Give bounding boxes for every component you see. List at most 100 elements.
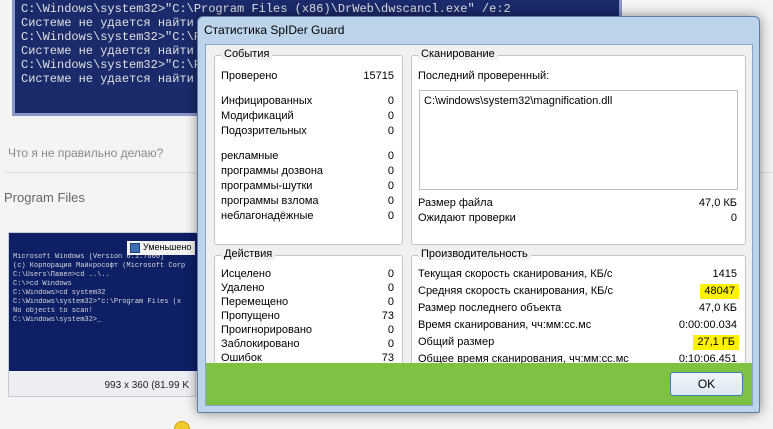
actions-row: Исцелено 0 [220, 267, 397, 282]
row-value: 0 [387, 195, 394, 207]
events-group-title: События [221, 48, 273, 60]
scanning-group: Сканирование Последний проверенный: C:\w… [411, 48, 746, 245]
thumbnail-line: C:\Windows\system32>"c:\Program Files (x [13, 298, 182, 306]
row-value: 0 [387, 125, 394, 137]
row-label: программы дозвона [221, 165, 324, 177]
thumbnail-caption: 993 x 360 (81.99 K [104, 380, 189, 391]
actions-row: Перемещено 0 [220, 295, 397, 310]
performance-row: Средняя скорость сканирования, КБ/с 4804… [417, 284, 740, 299]
row-value: 0 [387, 210, 394, 222]
statistics-window: Статистика SpIDer Guard События Проверен… [197, 16, 760, 413]
performance-row: Общий размер 27,1 ГБ [417, 335, 740, 350]
performance-list: Текущая скорость сканирования, КБ/с 1415… [417, 265, 740, 365]
thumbnail-line: C:\Users\Павел>cd ..\.. [13, 271, 110, 279]
performance-row: Текущая скорость сканирования, КБ/с 1415 [417, 267, 740, 282]
row-value: 47,0 КБ [698, 197, 737, 209]
row-label: Ожидают проверки [418, 212, 516, 224]
thumbnail-header: Уменьшено [127, 241, 196, 255]
events-row: программы-шутки 0 [220, 179, 397, 194]
scanning-group-title: Сканирование [418, 48, 498, 60]
window-client: События Проверено 15715 Инфицированных 0… [205, 44, 753, 406]
actions-row: Заблокировано 0 [220, 337, 397, 352]
row-label: Средняя скорость сканирования, КБ/с [418, 285, 613, 297]
row-label: Проверено [221, 70, 278, 82]
events-row: неблагонадёжные 0 [220, 209, 397, 224]
actions-row: Удалено 0 [220, 281, 397, 296]
row-value: 0 [387, 282, 394, 294]
performance-row: Время сканирования, чч:мм:сс.мс 0:00:00.… [417, 318, 740, 333]
row-value: 0 [387, 338, 394, 350]
actions-group: Действия Исцелено 0 Удалено 0 Перемещено… [214, 248, 403, 365]
row-label: Проигнорировано [221, 324, 313, 336]
row-value: 0 [387, 296, 394, 308]
events-row: рекламные 0 [220, 149, 397, 164]
console-line: C:\Windows\system32>"C:\Program Files (x… [21, 2, 511, 16]
row-label: Размер последнего объекта [418, 302, 562, 314]
row-label: Исцелено [221, 268, 272, 280]
row-value: 0 [387, 110, 394, 122]
row-label: Пропущено [221, 310, 280, 322]
scanning-content: Последний проверенный: C:\windows\system… [417, 65, 740, 239]
file-size-row: Размер файла 47,0 КБ [417, 196, 740, 211]
thumbnail-header-text: Уменьшено [143, 242, 192, 252]
row-label: программы взлома [221, 195, 319, 207]
actions-group-title: Действия [221, 248, 276, 260]
dialog-footer: OK [206, 363, 752, 405]
events-list: Проверено 15715 Инфицированных 0 Модифик… [220, 65, 397, 239]
row-label: Подозрительных [221, 125, 307, 137]
thumbnail-line: (c) Корпорация Майкрософт (Microsoft Cor… [13, 262, 186, 270]
resize-icon [130, 243, 140, 253]
row-label: Размер файла [418, 197, 493, 209]
row-value: 0 [387, 150, 394, 162]
events-row: программы дозвона 0 [220, 164, 397, 179]
last-checked-file: C:\windows\system32\magnification.dll [424, 95, 613, 107]
events-row: Подозрительных 0 [220, 124, 397, 139]
smiley-icon [174, 421, 190, 429]
actions-row: Проигнорировано 0 [220, 323, 397, 338]
row-label: Удалено [221, 282, 265, 294]
thumbnail-line: C:\>cd Windows [13, 280, 72, 288]
events-row: программы взлома 0 [220, 194, 397, 209]
pending-row: Ожидают проверки 0 [417, 211, 740, 226]
row-label: неблагонадёжные [221, 210, 314, 222]
performance-group: Производительность Текущая скорость скан… [411, 248, 746, 365]
row-value: 0:00:00.034 [678, 319, 737, 331]
window-title: Статистика SpIDer Guard [204, 23, 345, 37]
row-label: программы-шутки [221, 180, 313, 192]
row-label: Текущая скорость сканирования, КБ/с [418, 268, 613, 280]
performance-row: Размер последнего объекта 47,0 КБ [417, 301, 740, 316]
row-label: Последний проверенный: [418, 70, 550, 82]
ok-button[interactable]: OK [670, 372, 743, 396]
row-label: Время сканирования, чч:мм:сс.мс [418, 319, 592, 331]
last-checked-label: Последний проверенный: [417, 69, 740, 84]
forum-heading: Program Files [4, 190, 85, 205]
row-value: 0 [387, 95, 394, 107]
row-value: 15715 [363, 70, 394, 82]
title-bar[interactable]: Статистика SpIDer Guard [198, 17, 759, 43]
events-group: События Проверено 15715 Инфицированных 0… [214, 48, 403, 245]
actions-row: Пропущено 73 [220, 309, 397, 324]
row-value: 1415 [712, 268, 737, 280]
row-value: 0 [730, 212, 737, 224]
screenshot-thumbnail[interactable]: Microsoft Windows [Version 6.1.7600] (c)… [8, 232, 197, 397]
row-value: 0 [387, 324, 394, 336]
events-row-checked: Проверено 15715 [220, 69, 397, 84]
row-value: 47,0 КБ [698, 302, 737, 314]
thumbnail-line: C:\Windows\system32>_ [13, 316, 102, 324]
row-label: Перемещено [221, 296, 289, 308]
performance-group-title: Производительность [418, 248, 531, 260]
thumbnail-line: C:\Windows>cd system32 [13, 289, 106, 297]
highlighted-value: 48047 [700, 284, 739, 299]
row-value: 0 [387, 268, 394, 280]
thumbnail-line: No objects to scan! [13, 307, 93, 315]
last-checked-file-box: C:\windows\system32\magnification.dll [419, 90, 738, 190]
row-label: Инфицированных [221, 95, 313, 107]
row-value: 0 [387, 180, 394, 192]
events-row: Инфицированных 0 [220, 94, 397, 109]
row-label: рекламные [221, 150, 279, 162]
forum-question: Что я не правильно делаю? [8, 146, 164, 160]
highlighted-value: 27,1 ГБ [693, 335, 739, 350]
events-row: Модификаций 0 [220, 109, 397, 124]
row-label: Заблокировано [221, 338, 300, 350]
actions-list: Исцелено 0 Удалено 0 Перемещено 0 Пропущ… [220, 265, 397, 364]
